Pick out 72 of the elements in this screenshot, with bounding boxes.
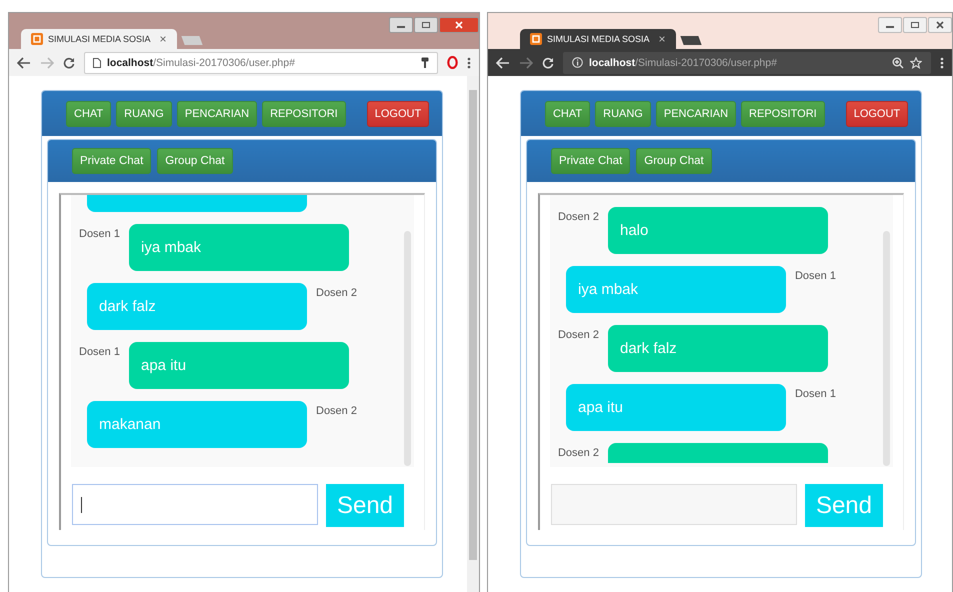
- page-icon: [93, 58, 101, 68]
- sender-name: Dosen 2: [315, 404, 358, 417]
- message-input[interactable]: [550, 484, 797, 525]
- new-tab-button[interactable]: [680, 36, 702, 45]
- url-text: localhost/Simulasi-20170306/user.php#: [588, 56, 777, 68]
- app-icon: [530, 33, 542, 45]
- url-text: localhost/Simulasi-20170306/user.php#: [107, 56, 295, 68]
- nav-button[interactable]: REPOSITORI: [262, 100, 346, 126]
- sender-name: Dosen 1: [794, 269, 837, 282]
- scrollbar[interactable]: [404, 231, 411, 466]
- key-icon[interactable]: [420, 56, 429, 68]
- message-input[interactable]: [72, 484, 318, 525]
- ring-icon[interactable]: [446, 56, 458, 69]
- close-button[interactable]: [438, 17, 479, 33]
- tab-close-button[interactable]: ×: [658, 32, 666, 46]
- logout-button[interactable]: LOGOUT: [846, 100, 908, 126]
- info-icon[interactable]: [572, 57, 583, 68]
- nav-button[interactable]: PENCARIAN: [176, 100, 258, 126]
- close-icon: [935, 21, 945, 29]
- reload-icon[interactable]: [63, 56, 75, 68]
- nav-button[interactable]: RUANG: [595, 100, 651, 126]
- nav-button[interactable]: CHAT: [66, 100, 112, 126]
- maximize-button[interactable]: [903, 17, 927, 33]
- tab-title: SIMULASI MEDIA SOSIA: [48, 34, 151, 44]
- address-bar[interactable]: localhost/Simulasi-20170306/user.php#: [84, 52, 438, 74]
- tab-title: SIMULASI MEDIA SOSIA: [546, 34, 650, 44]
- scrollbar[interactable]: [882, 231, 890, 466]
- menu-icon[interactable]: [466, 56, 471, 68]
- sender-name: Dosen 2: [315, 286, 358, 299]
- chat-tab-button[interactable]: Group Chat: [157, 148, 233, 174]
- close-icon: [454, 21, 464, 29]
- sender-name: Dosen 2: [558, 446, 600, 459]
- logout-button[interactable]: LOGOUT: [366, 100, 430, 126]
- send-button[interactable]: Send: [326, 484, 404, 527]
- back-icon[interactable]: [17, 56, 31, 68]
- message-bubble: dark falz: [608, 325, 828, 372]
- message-bubble: halo: [608, 207, 828, 254]
- nav-button[interactable]: PENCARIAN: [656, 100, 736, 126]
- message-bubble: apa itu: [566, 384, 786, 431]
- star-icon[interactable]: [910, 56, 922, 68]
- minimize-button[interactable]: [388, 17, 413, 33]
- nav-button[interactable]: RUANG: [116, 100, 172, 126]
- sender-name: Dosen 1: [794, 387, 837, 400]
- sender-name: Dosen 1: [79, 345, 121, 358]
- message-bubble: apa itu: [129, 342, 349, 389]
- chat-tab-button[interactable]: Group Chat: [636, 148, 712, 174]
- nav-button[interactable]: REPOSITORI: [741, 100, 825, 126]
- sender-name: Dosen 2: [558, 328, 600, 341]
- maximize-icon: [910, 21, 920, 29]
- message-bubble: iya mbak: [129, 224, 349, 271]
- minimize-button[interactable]: [878, 17, 902, 33]
- sender-name: Dosen 2: [558, 210, 600, 223]
- browser-tab[interactable]: SIMULASI MEDIA SOSIA ×: [21, 29, 177, 49]
- text-caret: [81, 496, 82, 512]
- page-scrollbar[interactable]: [466, 76, 479, 592]
- send-button[interactable]: Send: [804, 484, 883, 527]
- close-button[interactable]: [928, 17, 952, 33]
- app-icon: [31, 33, 43, 45]
- browser-tab[interactable]: SIMULASI MEDIA SOSIA ×: [520, 29, 676, 49]
- address-bar[interactable]: localhost/Simulasi-20170306/user.php#: [562, 52, 931, 74]
- tab-close-button[interactable]: ×: [160, 32, 167, 46]
- maximize-icon: [420, 21, 431, 29]
- chat-tab-button[interactable]: Private Chat: [550, 148, 630, 174]
- sender-name: Dosen 1: [79, 227, 121, 240]
- message-bubble: iya mbak: [566, 266, 786, 313]
- chat-tab-button[interactable]: Private Chat: [72, 148, 152, 174]
- message-bubble: makanan: [87, 401, 307, 448]
- maximize-button[interactable]: [414, 17, 438, 33]
- nav-button[interactable]: CHAT: [544, 100, 590, 126]
- menu-icon[interactable]: [940, 56, 944, 68]
- zoom-icon[interactable]: [892, 56, 904, 68]
- message-bubble: dark falz: [87, 283, 307, 330]
